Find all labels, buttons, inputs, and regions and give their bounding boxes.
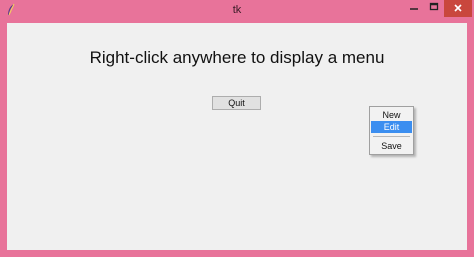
maximize-icon — [429, 0, 439, 17]
menu-item-edit[interactable]: Edit — [371, 121, 412, 133]
menu-separator — [373, 136, 410, 137]
window-title: tk — [232, 4, 242, 16]
window-content[interactable]: Right-click anywhere to display a menu Q… — [7, 23, 467, 250]
minimize-button[interactable] — [404, 0, 424, 16]
instruction-label: Right-click anywhere to display a menu — [89, 48, 385, 67]
close-button[interactable] — [444, 0, 472, 17]
close-icon — [453, 0, 463, 18]
app-window: tk Right-click anywhere to display a men… — [0, 0, 474, 257]
title-bar[interactable]: tk — [0, 0, 474, 22]
menu-item-new[interactable]: New — [371, 109, 412, 121]
quit-button[interactable]: Quit — [212, 96, 261, 110]
menu-item-save[interactable]: Save — [371, 140, 412, 152]
minimize-icon — [409, 0, 419, 17]
context-menu: New Edit Save — [369, 106, 414, 155]
maximize-button[interactable] — [424, 0, 444, 16]
